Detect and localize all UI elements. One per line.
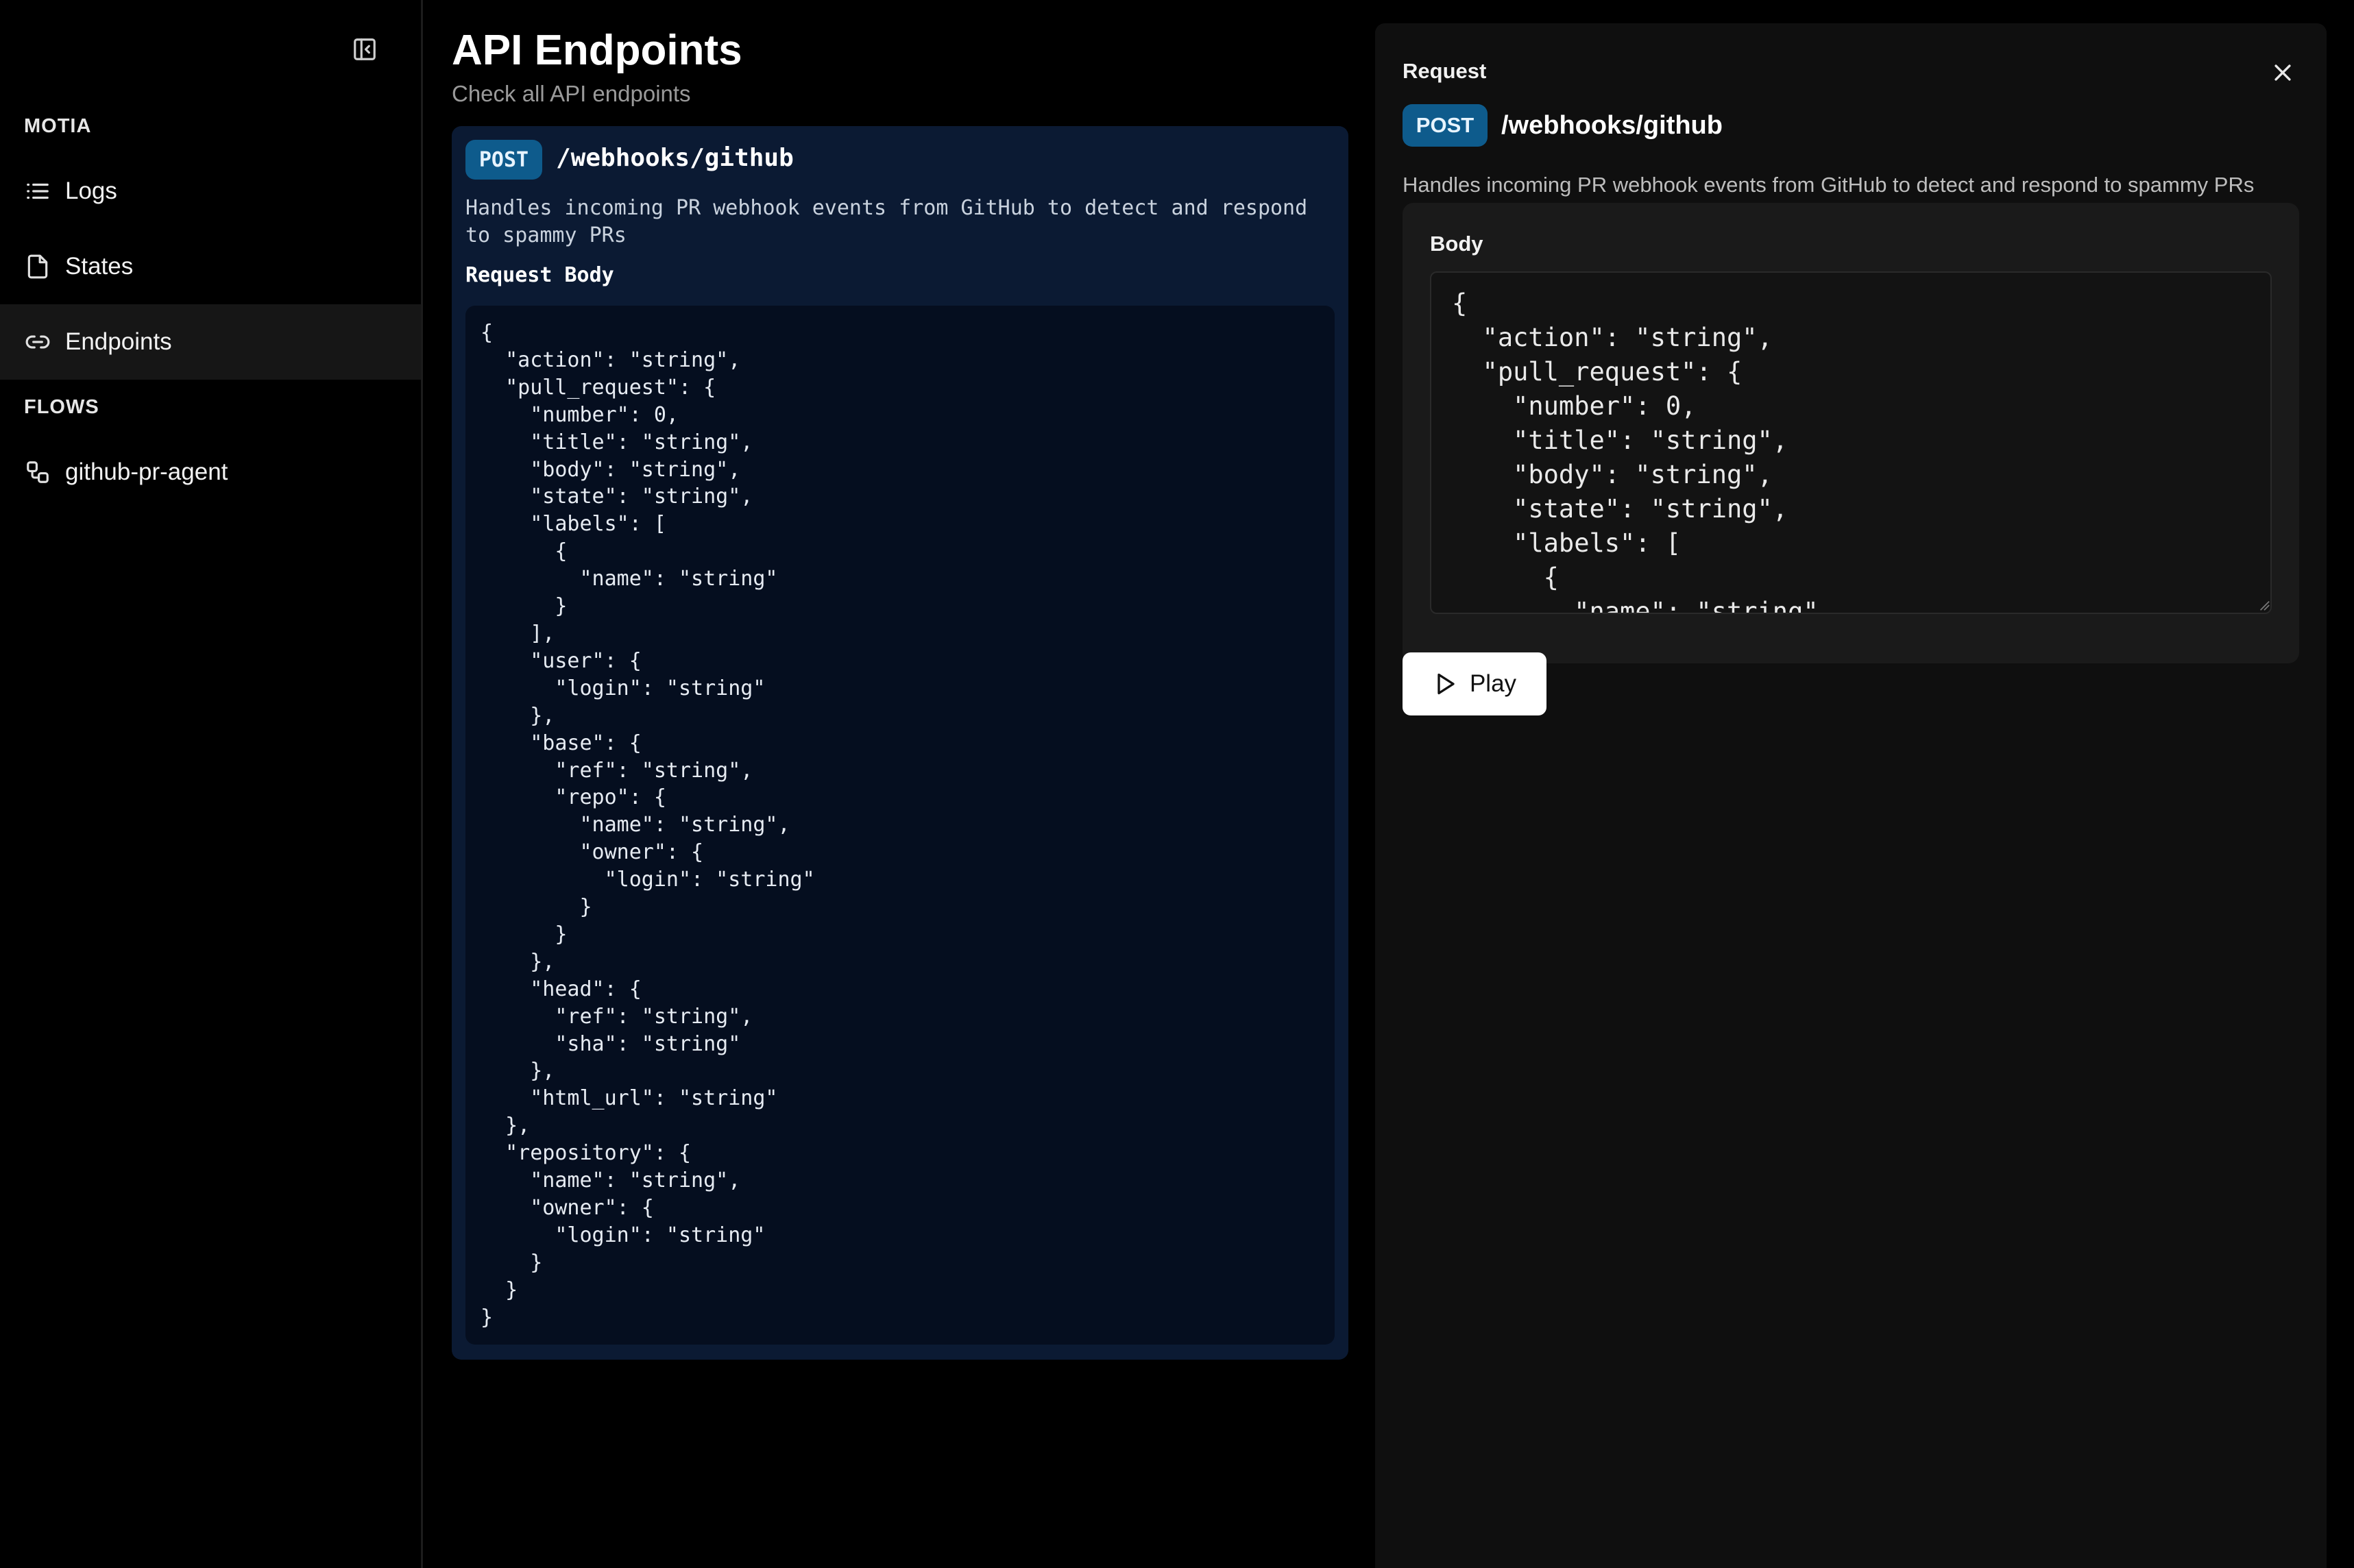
workflow-icon bbox=[24, 458, 51, 486]
endpoint-description: Handles incoming PR webhook events from … bbox=[465, 196, 1308, 247]
panel-endpoint-path: /webhooks/github bbox=[1501, 111, 1723, 140]
play-button[interactable]: Play bbox=[1403, 652, 1546, 715]
play-button-label: Play bbox=[1469, 670, 1517, 697]
file-icon bbox=[24, 253, 51, 280]
sidebar-item-github-pr-agent[interactable]: github-pr-agent bbox=[0, 434, 421, 510]
sidebar-item-label: github-pr-agent bbox=[65, 458, 228, 485]
request-body-schema: { "action": "string", "pull_request": { … bbox=[465, 306, 1335, 1345]
resize-grip-icon[interactable] bbox=[2258, 599, 2270, 611]
panel-method-badge: POST bbox=[1403, 104, 1488, 147]
sidebar-item-states[interactable]: States bbox=[0, 229, 421, 304]
sidebar-item-endpoints[interactable]: Endpoints bbox=[0, 304, 421, 380]
panel-endpoint-description: Handles incoming PR webhook events from … bbox=[1403, 173, 2255, 197]
request-body-label: Request Body bbox=[465, 263, 614, 287]
body-label: Body bbox=[1430, 232, 1483, 256]
page-title: API Endpoints bbox=[452, 27, 742, 74]
close-button[interactable] bbox=[2266, 56, 2299, 89]
play-icon bbox=[1437, 673, 1455, 695]
sidebar-item-label: Endpoints bbox=[65, 328, 172, 355]
panel-collapse-icon bbox=[354, 38, 376, 60]
sidebar-section-flows: FLOWS bbox=[24, 396, 99, 418]
app-root: MOTIA Logs States Endpoints FLOWS github… bbox=[0, 0, 2354, 1568]
endpoint-path: /webhooks/github bbox=[556, 144, 794, 172]
sidebar: MOTIA Logs States Endpoints FLOWS github… bbox=[0, 0, 423, 1568]
page-subtitle: Check all API endpoints bbox=[452, 81, 691, 106]
sidebar-item-logs[interactable]: Logs bbox=[0, 154, 421, 229]
request-panel: Request POST /webhooks/github Handles in… bbox=[1375, 23, 2327, 1568]
endpoint-card[interactable]: POST /webhooks/github Handles incoming P… bbox=[452, 126, 1348, 1360]
body-textarea[interactable]: { "action": "string", "pull_request": { … bbox=[1430, 271, 2272, 614]
sidebar-item-label: States bbox=[65, 253, 134, 280]
body-editor-box: Body { "action": "string", "pull_request… bbox=[1403, 203, 2299, 663]
sidebar-item-label: Logs bbox=[65, 177, 117, 204]
panel-title: Request bbox=[1403, 59, 1487, 83]
link-icon bbox=[24, 328, 51, 356]
sidebar-collapse-button[interactable] bbox=[348, 33, 381, 66]
method-badge: POST bbox=[465, 140, 542, 180]
sidebar-section-motia: MOTIA bbox=[24, 115, 92, 137]
close-icon bbox=[2274, 64, 2291, 81]
list-icon bbox=[24, 177, 51, 205]
